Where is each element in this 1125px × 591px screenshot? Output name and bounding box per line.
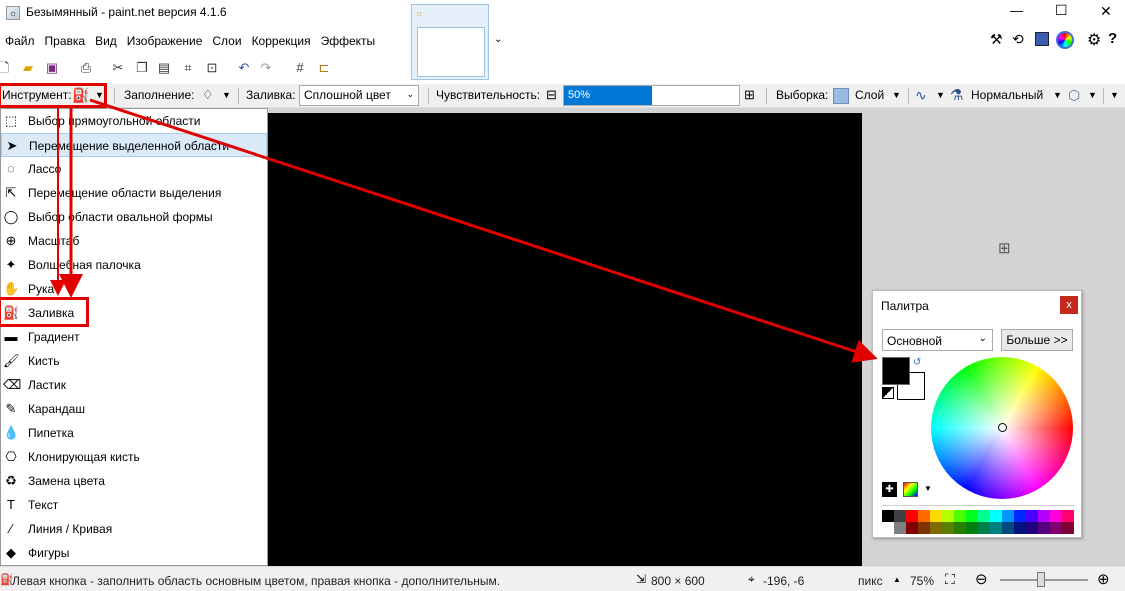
- arrow-to-palette: [89, 98, 878, 363]
- annotation-arrows: [50, 98, 878, 363]
